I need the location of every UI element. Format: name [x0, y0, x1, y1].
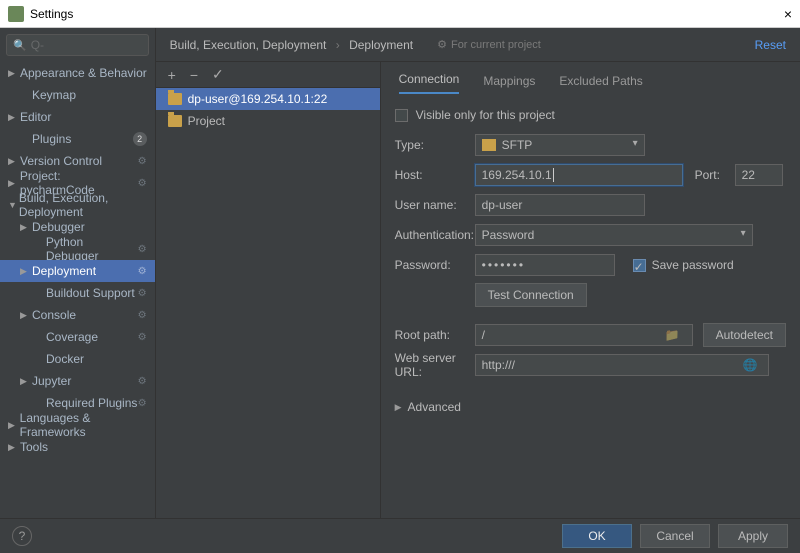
- server-list-item[interactable]: dp-user@169.254.10.1:22: [156, 88, 380, 110]
- host-input[interactable]: 169.254.10.1: [475, 164, 683, 186]
- root-path-label: Root path:: [395, 328, 475, 342]
- server-icon: [168, 93, 182, 105]
- sidebar-item[interactable]: Buildout Support⚙: [0, 282, 155, 304]
- tab-excluded[interactable]: Excluded Paths: [559, 74, 642, 94]
- password-label: Password:: [395, 258, 475, 272]
- web-url-label: Web server URL:: [395, 351, 475, 379]
- sidebar-item[interactable]: ▶Appearance & Behavior: [0, 62, 155, 84]
- tab-connection[interactable]: Connection: [399, 72, 460, 94]
- window-title: Settings: [30, 7, 784, 21]
- advanced-section[interactable]: ▶ Advanced: [395, 392, 786, 422]
- type-select[interactable]: SFTP: [475, 134, 645, 156]
- connection-form: Connection Mappings Excluded Paths Visib…: [381, 62, 800, 518]
- mark-default-button[interactable]: ✓: [212, 66, 224, 83]
- password-input[interactable]: •••••••: [475, 254, 615, 276]
- apply-button[interactable]: Apply: [718, 524, 788, 548]
- server-list-item[interactable]: Project: [156, 110, 380, 132]
- app-icon: [8, 6, 24, 22]
- sidebar-item[interactable]: ▶Languages & Frameworks: [0, 414, 155, 436]
- auth-label: Authentication:: [395, 228, 475, 242]
- server-icon: [168, 115, 182, 127]
- server-toolbar: + − ✓: [156, 62, 380, 88]
- breadcrumb: Build, Execution, Deployment › Deploymen…: [170, 38, 413, 52]
- server-list-panel: + − ✓ dp-user@169.254.10.1:22Project: [156, 62, 381, 518]
- type-label: Type:: [395, 138, 475, 152]
- browse-icon[interactable]: 📁: [665, 328, 686, 342]
- root-path-input[interactable]: /📁: [475, 324, 693, 346]
- sidebar-item[interactable]: Docker: [0, 348, 155, 370]
- deployment-tabs: Connection Mappings Excluded Paths: [395, 62, 786, 94]
- sidebar-item[interactable]: ▶Editor: [0, 106, 155, 128]
- remove-server-button[interactable]: −: [190, 67, 198, 83]
- sidebar-item[interactable]: Keymap: [0, 84, 155, 106]
- sidebar-item[interactable]: ▶Console⚙: [0, 304, 155, 326]
- dialog-footer: ? OK Cancel Apply: [0, 518, 800, 552]
- close-icon[interactable]: ×: [784, 6, 792, 22]
- visible-only-label: Visible only for this project: [416, 108, 555, 122]
- port-label: Port:: [695, 168, 735, 182]
- search-input[interactable]: 🔍 Q-: [6, 34, 149, 56]
- sidebar-item[interactable]: Plugins2: [0, 128, 155, 150]
- host-label: Host:: [395, 168, 475, 182]
- username-input[interactable]: dp-user: [475, 194, 645, 216]
- save-password-checkbox[interactable]: ✓: [633, 259, 646, 272]
- test-connection-button[interactable]: Test Connection: [475, 283, 587, 307]
- settings-sidebar: 🔍 Q- ▶Appearance & BehaviorKeymap▶Editor…: [0, 28, 156, 518]
- auth-select[interactable]: Password: [475, 224, 753, 246]
- sidebar-item[interactable]: ▼Build, Execution, Deployment: [0, 194, 155, 216]
- visible-only-checkbox[interactable]: [395, 109, 408, 122]
- help-button[interactable]: ?: [12, 526, 32, 546]
- sidebar-item[interactable]: ▶Jupyter⚙: [0, 370, 155, 392]
- breadcrumb-row: Build, Execution, Deployment › Deploymen…: [156, 28, 800, 62]
- port-input[interactable]: 22: [735, 164, 783, 186]
- globe-icon[interactable]: 🌐: [743, 358, 762, 372]
- reset-link[interactable]: Reset: [755, 38, 786, 52]
- settings-tree: ▶Appearance & BehaviorKeymap▶EditorPlugi…: [0, 62, 155, 518]
- cancel-button[interactable]: Cancel: [640, 524, 710, 548]
- autodetect-button[interactable]: Autodetect: [703, 323, 786, 347]
- save-password-label: Save password: [652, 258, 734, 272]
- sidebar-item[interactable]: ▶Deployment⚙: [0, 260, 155, 282]
- server-icon: [482, 139, 496, 151]
- sidebar-item[interactable]: ▶Tools: [0, 436, 155, 458]
- ok-button[interactable]: OK: [562, 524, 632, 548]
- tab-mappings[interactable]: Mappings: [483, 74, 535, 94]
- sidebar-item[interactable]: Python Debugger⚙: [0, 238, 155, 260]
- sidebar-item[interactable]: Coverage⚙: [0, 326, 155, 348]
- title-bar: Settings ×: [0, 0, 800, 28]
- web-url-input[interactable]: http:///🌐: [475, 354, 769, 376]
- username-label: User name:: [395, 198, 475, 212]
- add-server-button[interactable]: +: [168, 67, 176, 83]
- search-icon: 🔍: [13, 39, 27, 52]
- for-current-project-label: ⚙For current project: [437, 38, 541, 51]
